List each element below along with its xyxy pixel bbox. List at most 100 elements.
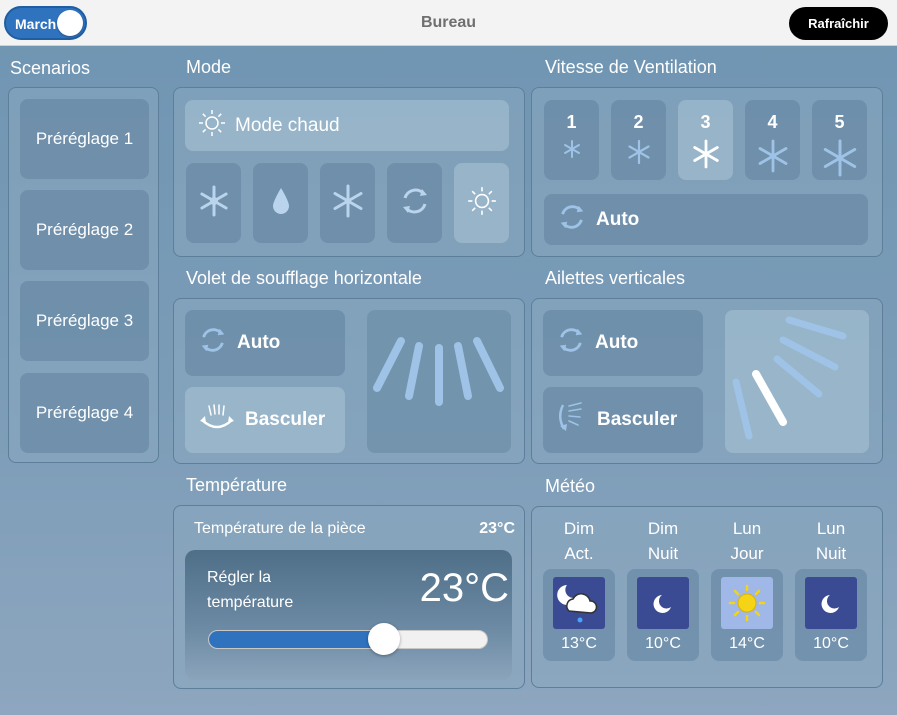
weather-column: Lun Nuit: [795, 519, 867, 564]
speed-5-button[interactable]: 5: [812, 100, 867, 180]
room-temperature-value: 23°C: [479, 520, 515, 537]
fan-icon: [330, 183, 366, 224]
weather-period: Act.: [564, 544, 594, 563]
weather-panel: Dim Act. 13°C Dim Nuit 10°C Lun Jour 14°…: [531, 506, 883, 688]
fan-speed-icon: [691, 139, 721, 174]
weather-day: Dim: [647, 519, 679, 538]
mode-panel: Mode chaud: [173, 87, 525, 257]
speed-1-button[interactable]: 1: [544, 100, 599, 180]
fan-speed-icon: [821, 139, 859, 182]
vertical-vanes-panel: Auto Basculer: [531, 298, 883, 464]
speed-label: 1: [566, 112, 577, 132]
top-bar: March Bureau Rafraîchir: [0, 0, 897, 46]
swing-icon: [197, 402, 237, 438]
set-temperature-label-line2: température: [207, 594, 294, 611]
current-mode-label: Mode chaud: [235, 114, 340, 136]
horizontal-flap-swing-button[interactable]: Basculer: [185, 387, 345, 453]
fan-speed-icon: [562, 139, 582, 164]
weather-card: 10°C: [795, 569, 867, 661]
weather-column: Lun Jour: [711, 519, 783, 564]
horizontal-flap-swing-label: Basculer: [245, 409, 326, 430]
night-cloud-rain-icon: [553, 577, 605, 629]
vertical-vanes-title: Ailettes verticales: [545, 268, 686, 288]
fan-speed-icon: [756, 139, 790, 178]
horizontal-flap-auto-label: Auto: [237, 332, 281, 353]
preset-2-button[interactable]: Préréglage 2: [20, 190, 149, 270]
weather-temp: 10°C: [645, 635, 681, 652]
scenarios-title: Scenarios: [10, 58, 91, 78]
vertical-vanes-auto-label: Auto: [595, 332, 639, 353]
preset-3-button[interactable]: Préréglage 3: [20, 281, 149, 361]
speed-label: 2: [633, 112, 644, 132]
speed-auto-button[interactable]: Auto: [544, 194, 868, 245]
horizontal-flap-visual: [367, 310, 511, 453]
weather-period: Jour: [730, 544, 764, 563]
weather-card: 13°C: [543, 569, 615, 661]
speed-4-button[interactable]: 4: [745, 100, 800, 180]
page-title: Bureau: [420, 14, 477, 31]
horizontal-flap-panel: Auto Basculer: [173, 298, 525, 464]
refresh-button[interactable]: Rafraîchir: [789, 7, 888, 40]
set-temperature-card: Régler la température 23°C: [185, 550, 512, 680]
vertical-vanes-auto-button[interactable]: Auto: [543, 310, 703, 376]
weather-day: Dim: [563, 519, 595, 538]
speed-label: 3: [700, 112, 711, 132]
weather-period: Nuit: [815, 544, 847, 563]
swing-vanes-icon: [555, 401, 589, 439]
vertical-vanes-blades-icon: [732, 316, 847, 440]
weather-column: Dim Nuit: [627, 519, 699, 564]
mode-fan-button[interactable]: [320, 163, 375, 243]
speed-label: 5: [834, 112, 845, 132]
weather-day: Lun: [732, 519, 762, 538]
sun-heat-icon: [197, 108, 227, 144]
mode-auto-button[interactable]: [387, 163, 442, 243]
weather-temp: 13°C: [561, 635, 597, 652]
current-mode-display: Mode chaud: [185, 100, 509, 151]
weather-temp: 14°C: [729, 635, 765, 652]
sun-icon: [721, 577, 773, 629]
moon-icon: [805, 577, 857, 629]
mode-cool-button[interactable]: [186, 163, 241, 243]
temperature-slider[interactable]: [208, 623, 488, 655]
weather-card: 14°C: [711, 569, 783, 661]
weather-period: Nuit: [647, 544, 679, 563]
sun-heat-icon: [466, 185, 498, 222]
weather-day: Lun: [816, 519, 846, 538]
ventilation-title: Vitesse de Ventilation: [545, 57, 717, 77]
scenarios-panel: Préréglage 1 Préréglage 2 Préréglage 3 P…: [8, 87, 159, 463]
droplet-icon: [270, 185, 292, 222]
auto-cycle-icon: [398, 184, 432, 223]
mode-dry-button[interactable]: [253, 163, 308, 243]
set-temperature-value: 23°C: [419, 566, 509, 610]
preset-1-button[interactable]: Préréglage 1: [20, 99, 149, 179]
temperature-slider-fill: [209, 631, 385, 648]
weather-temp: 10°C: [813, 635, 849, 652]
snowflake-icon: [197, 184, 231, 223]
temperature-title: Température: [186, 475, 288, 495]
mode-heat-button[interactable]: [454, 163, 509, 243]
horizontal-flap-title: Volet de soufflage horizontale: [186, 268, 422, 288]
speed-label: 4: [767, 112, 778, 132]
vertical-vanes-swing-button[interactable]: Basculer: [543, 387, 703, 453]
ventilation-panel: 1 2 3 4 5 Auto: [531, 87, 883, 257]
temperature-slider-handle[interactable]: [368, 623, 401, 655]
auto-cycle-icon: [197, 324, 229, 362]
speed-2-button[interactable]: 2: [611, 100, 666, 180]
speed-auto-label: Auto: [596, 208, 640, 230]
weather-column: Dim Act.: [543, 519, 615, 564]
speed-3-button[interactable]: 3: [678, 100, 733, 180]
horizontal-flap-auto-button[interactable]: Auto: [185, 310, 345, 376]
weather-card: 10°C: [627, 569, 699, 661]
vertical-vanes-visual: [725, 310, 869, 453]
vertical-vanes-swing-label: Basculer: [597, 409, 678, 430]
room-temperature-label: Température de la pièce: [194, 520, 366, 537]
auto-cycle-icon: [555, 324, 587, 362]
preset-4-button[interactable]: Préréglage 4: [20, 373, 149, 453]
mode-title: Mode: [186, 57, 232, 77]
horizontal-flap-blades-icon: [373, 337, 504, 406]
set-temperature-label-line1: Régler la: [207, 569, 272, 586]
weather-title: Météo: [545, 476, 596, 496]
auto-cycle-icon: [556, 201, 588, 239]
fan-speed-icon: [626, 139, 652, 170]
moon-icon: [637, 577, 689, 629]
